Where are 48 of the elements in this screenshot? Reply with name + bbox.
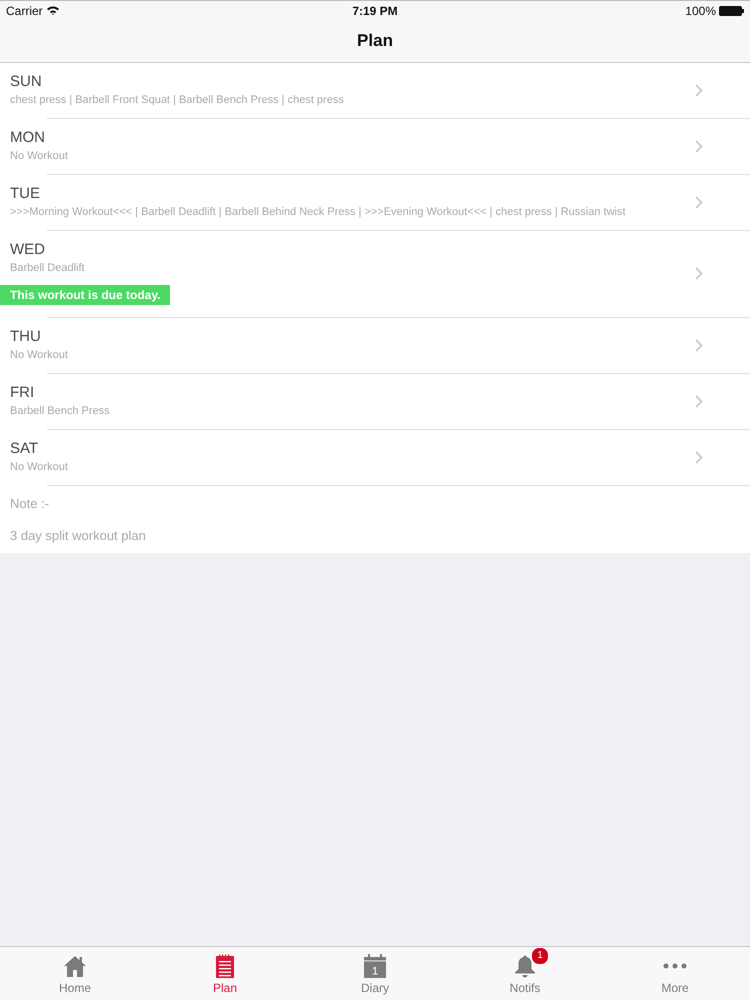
chevron-icon	[695, 394, 703, 408]
note-label: Note :-	[10, 496, 50, 512]
exercise-list: No Workout	[10, 460, 68, 474]
exercise-list: No Workout	[10, 149, 68, 163]
exercise-list: Barbell Deadlift	[10, 261, 85, 275]
battery-percent: 100%	[685, 4, 716, 18]
exercise-list: >>>Morning Workout<<< | Barbell Deadlift | Barbell Behind Neck Press | >>>Evening Workout<<< | chest press | Russian twist	[10, 205, 626, 219]
day-row[interactable]: SAT No Workout	[0, 430, 750, 486]
bell-icon	[513, 954, 537, 978]
day-label: SAT	[10, 440, 38, 458]
chevron-icon	[695, 338, 703, 352]
carrier-label: Carrier	[6, 4, 43, 18]
chevron-icon	[695, 140, 703, 152]
clock-time: 7:19 PM	[352, 4, 398, 18]
day-label: TUE	[10, 185, 40, 203]
nav-title: Plan	[357, 31, 393, 51]
calendar-icon: 1	[363, 954, 387, 978]
chevron-icon	[695, 450, 703, 464]
day-label: MON	[10, 129, 45, 147]
note-text: 3 day split workout plan	[10, 528, 146, 544]
home-tab[interactable]: Home	[0, 947, 150, 1000]
home-icon	[63, 954, 87, 978]
day-row[interactable]: FRI Barbell Bench Press	[0, 374, 750, 430]
day-row[interactable]: THU No Workout	[0, 318, 750, 374]
day-row[interactable]: SUN chest press | Barbell Front Squat | Barbell Bench Press | chest press	[0, 63, 750, 119]
exercise-list: Barbell Bench Press	[10, 404, 110, 418]
more-icon	[663, 963, 687, 969]
chevron-icon	[695, 267, 703, 280]
notepad-icon	[213, 954, 237, 978]
chevron-icon	[695, 196, 703, 208]
day-label: THU	[10, 328, 41, 346]
due-today-banner: This workout is due today.	[0, 285, 170, 305]
plan-tab[interactable]: Plan	[150, 947, 300, 1000]
exercise-list: chest press | Barbell Front Squat | Barbell Bench Press | chest press	[10, 93, 344, 107]
day-row[interactable]: MON No Workout	[0, 119, 750, 175]
day-row[interactable]: WED Barbell Deadlift This workout is due today.	[0, 231, 750, 318]
day-label: SUN	[10, 73, 42, 91]
wifi-icon	[46, 6, 59, 15]
more-tab[interactable]: More	[600, 947, 750, 1000]
battery-icon	[719, 6, 744, 16]
notification-badge: 1	[531, 947, 549, 965]
exercise-list: No Workout	[10, 348, 68, 362]
notifs-tab[interactable]: 1 Notifs	[450, 947, 600, 1000]
diary-tab[interactable]: 1 Diary	[300, 947, 450, 1000]
day-label: FRI	[10, 384, 34, 402]
day-label: WED	[10, 241, 45, 259]
day-row[interactable]: TUE >>>Morning Workout<<< | Barbell Deadlift | Barbell Behind Neck Press | >>>Evening Workout<<< | chest press | Russian twist	[0, 175, 750, 231]
chevron-icon	[695, 84, 703, 96]
